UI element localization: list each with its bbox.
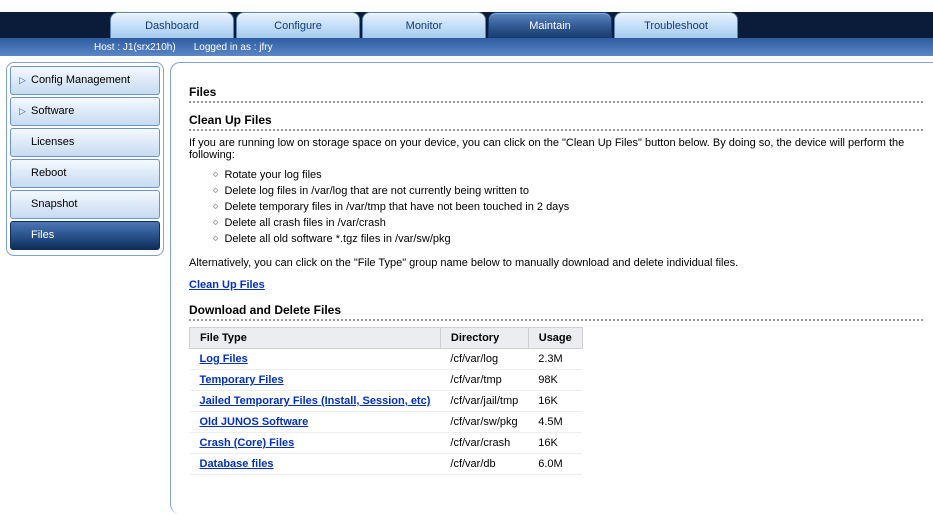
usage-cell: 4.5M	[528, 412, 582, 433]
sidebar: ▷ Config Management ▷ Software Licenses …	[6, 62, 164, 256]
content-area: Files Clean Up Files If you are running …	[170, 62, 933, 514]
sidebar-item-reboot[interactable]: Reboot	[10, 159, 160, 188]
table-row: Log Files /cf/var/log 2.3M	[190, 349, 583, 370]
usage-cell: 6.0M	[528, 454, 582, 475]
chevron-right-icon: ▷	[19, 97, 27, 126]
directory-cell: /cf/var/jail/tmp	[440, 391, 528, 412]
col-directory: Directory	[440, 328, 528, 349]
tab-label: Configure	[274, 20, 322, 32]
directory-cell: /cf/var/db	[440, 454, 528, 475]
sidebar-item-files[interactable]: Files	[10, 221, 160, 250]
directory-cell: /cf/var/log	[440, 349, 528, 370]
tab-troubleshoot[interactable]: Troubleshoot	[614, 12, 738, 38]
file-type-link[interactable]: Crash (Core) Files	[200, 437, 295, 449]
section-title-cleanup: Clean Up Files	[189, 113, 923, 131]
usage-cell: 16K	[528, 433, 582, 454]
table-row: Jailed Temporary Files (Install, Session…	[190, 391, 583, 412]
bullet-item: Delete temporary files in /var/tmp that …	[213, 199, 923, 215]
loggedin-label: Logged in as : jfry	[194, 42, 273, 53]
tab-label: Monitor	[406, 20, 443, 32]
col-usage: Usage	[528, 328, 582, 349]
tab-label: Dashboard	[145, 20, 199, 32]
tab-monitor[interactable]: Monitor	[362, 12, 486, 38]
files-table: File Type Directory Usage Log Files /cf/…	[189, 327, 583, 475]
bullet-item: Rotate your log files	[213, 167, 923, 183]
sidebar-item-label: Software	[31, 97, 74, 126]
host-label: Host : J1(srx210h)	[94, 42, 176, 53]
cleanup-intro-text: If you are running low on storage space …	[189, 137, 923, 161]
tab-label: Troubleshoot	[644, 20, 708, 32]
top-tab-bar: Dashboard Configure Monitor Maintain Tro…	[0, 0, 933, 38]
table-row: Crash (Core) Files /cf/var/crash 16K	[190, 433, 583, 454]
sidebar-item-label: Files	[31, 221, 54, 250]
sidebar-item-licenses[interactable]: Licenses	[10, 128, 160, 157]
sidebar-item-label: Snapshot	[31, 190, 77, 219]
tab-maintain[interactable]: Maintain	[488, 12, 612, 38]
directory-cell: /cf/var/crash	[440, 433, 528, 454]
sidebar-item-label: Reboot	[31, 159, 66, 188]
section-title-download: Download and Delete Files	[189, 303, 923, 321]
sidebar-item-label: Config Management	[31, 66, 130, 95]
table-row: Temporary Files /cf/var/tmp 98K	[190, 370, 583, 391]
file-type-link[interactable]: Jailed Temporary Files (Install, Session…	[200, 395, 431, 407]
file-type-link[interactable]: Database files	[200, 458, 274, 470]
file-type-link[interactable]: Log Files	[200, 353, 248, 365]
tab-configure[interactable]: Configure	[236, 12, 360, 38]
sidebar-item-software[interactable]: ▷ Software	[10, 97, 160, 126]
section-title-files: Files	[189, 85, 923, 103]
table-row: Database files /cf/var/db 6.0M	[190, 454, 583, 475]
usage-cell: 16K	[528, 391, 582, 412]
table-row: Old JUNOS Software /cf/var/sw/pkg 4.5M	[190, 412, 583, 433]
file-type-link[interactable]: Temporary Files	[200, 374, 284, 386]
bullet-item: Delete all old software *.tgz files in /…	[213, 231, 923, 247]
usage-cell: 2.3M	[528, 349, 582, 370]
bullet-item: Delete all crash files in /var/crash	[213, 215, 923, 231]
chevron-right-icon: ▷	[19, 66, 27, 95]
sidebar-item-snapshot[interactable]: Snapshot	[10, 190, 160, 219]
cleanup-files-link[interactable]: Clean Up Files	[189, 279, 265, 291]
bullet-item: Delete log files in /var/log that are no…	[213, 183, 923, 199]
col-file-type: File Type	[190, 328, 441, 349]
directory-cell: /cf/var/sw/pkg	[440, 412, 528, 433]
tab-dashboard[interactable]: Dashboard	[110, 12, 234, 38]
usage-cell: 98K	[528, 370, 582, 391]
status-bar: Host : J1(srx210h) Logged in as : jfry	[0, 38, 933, 56]
tab-label: Maintain	[529, 20, 571, 32]
sidebar-item-config-management[interactable]: ▷ Config Management	[10, 66, 160, 95]
cleanup-alt-text: Alternatively, you can click on the "Fil…	[189, 257, 923, 269]
file-type-link[interactable]: Old JUNOS Software	[200, 416, 309, 428]
sidebar-item-label: Licenses	[31, 128, 74, 157]
cleanup-bullets: Rotate your log files Delete log files i…	[213, 167, 923, 247]
directory-cell: /cf/var/tmp	[440, 370, 528, 391]
